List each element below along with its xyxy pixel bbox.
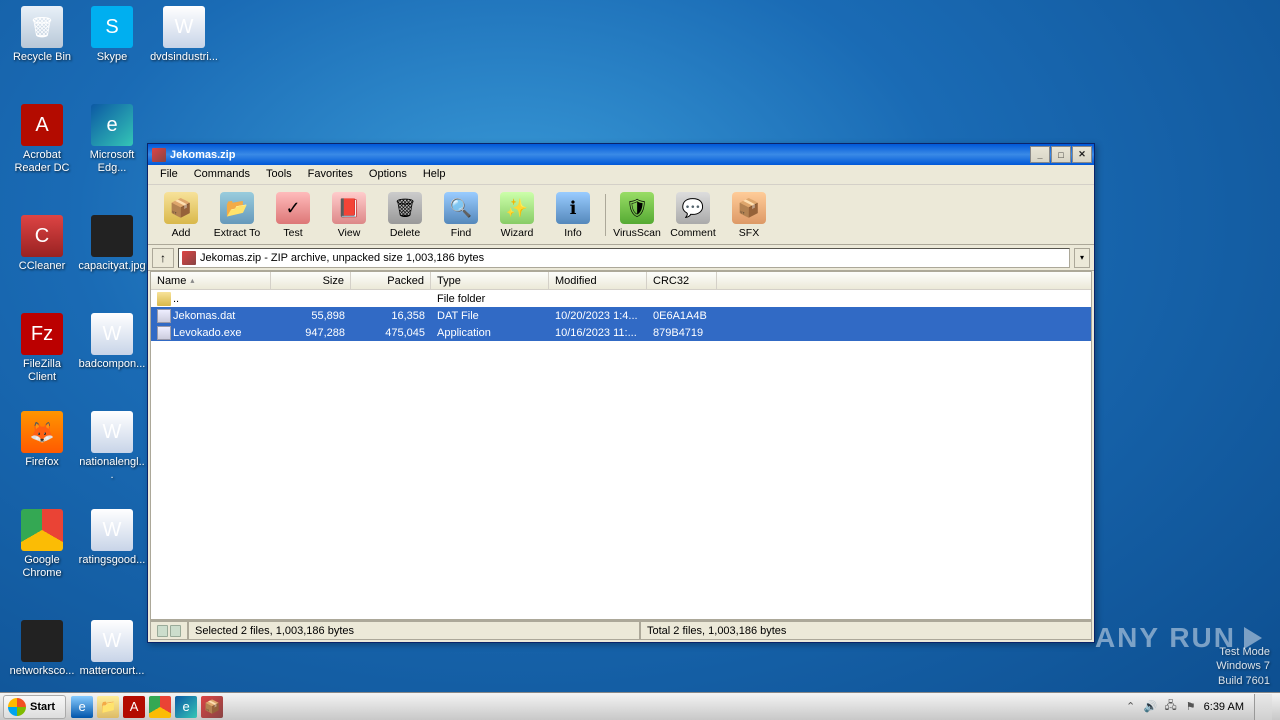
- taskbar-item[interactable]: e: [71, 696, 93, 718]
- desktop-icon[interactable]: Wmattercourt...: [78, 620, 146, 678]
- desktop-icon[interactable]: AAcrobat Reader DC: [8, 104, 76, 175]
- desktop-icon[interactable]: networksco...: [8, 620, 76, 678]
- menu-favorites[interactable]: Favorites: [300, 165, 361, 184]
- desktop-icon[interactable]: SSkype: [78, 6, 146, 64]
- toolbar-view-button[interactable]: 📕View: [322, 188, 376, 242]
- windows-watermark: Test Mode Windows 7 Build 7601: [1216, 645, 1270, 688]
- desktop-icon[interactable]: capacityat.jpg: [78, 215, 146, 273]
- desktop-icon[interactable]: Wratingsgood...: [78, 509, 146, 567]
- column-headers: Name Size Packed Type Modified CRC32: [151, 272, 1091, 290]
- menu-file[interactable]: File: [152, 165, 186, 184]
- taskbar-item[interactable]: 📦: [201, 696, 223, 718]
- start-orb-icon: [8, 698, 26, 716]
- toolbar-virusscan-button[interactable]: 🛡VirusScan: [610, 188, 664, 242]
- desktop-icon[interactable]: Wdvdsindustri...: [150, 6, 218, 64]
- toolbar-sfx-button[interactable]: 📦SFX: [722, 188, 776, 242]
- desktop-icon[interactable]: Wbadcompon...: [78, 313, 146, 371]
- col-crc32[interactable]: CRC32: [647, 272, 717, 289]
- toolbar: 📦Add📂Extract To✓Test📕View🗑Delete🔍Find✨Wi…: [148, 185, 1094, 245]
- pathbar: ↑ Jekomas.zip - ZIP archive, unpacked si…: [148, 245, 1094, 271]
- volume-icon[interactable]: 🔊: [1144, 700, 1158, 714]
- desktop-icon[interactable]: 🦊Firefox: [8, 411, 76, 469]
- col-name[interactable]: Name: [151, 272, 271, 289]
- path-dropdown[interactable]: ▾: [1074, 248, 1090, 268]
- statusbar: Selected 2 files, 1,003,186 bytes Total …: [150, 620, 1092, 640]
- desktop-icon[interactable]: Google Chrome: [8, 509, 76, 580]
- desktop-icon[interactable]: 🗑Recycle Bin: [8, 6, 76, 64]
- taskbar-item[interactable]: [149, 696, 171, 718]
- toolbar-test-button[interactable]: ✓Test: [266, 188, 320, 242]
- taskbar-item[interactable]: A: [123, 696, 145, 718]
- desktop-icon[interactable]: CCCleaner: [8, 215, 76, 273]
- status-icon: [170, 625, 181, 637]
- desktop-icon[interactable]: Wnationalengl...: [78, 411, 146, 482]
- toolbar-extract-to-button[interactable]: 📂Extract To: [210, 188, 264, 242]
- flag-icon[interactable]: ⚑: [1184, 700, 1198, 714]
- show-desktop-button[interactable]: [1254, 694, 1272, 720]
- minimize-button[interactable]: _: [1030, 146, 1050, 163]
- network-icon[interactable]: 🖧: [1164, 700, 1178, 714]
- window-title: Jekomas.zip: [170, 149, 1029, 161]
- status-right: Total 2 files, 1,003,186 bytes: [640, 621, 1092, 640]
- menu-tools[interactable]: Tools: [258, 165, 300, 184]
- menu-options[interactable]: Options: [361, 165, 415, 184]
- table-row[interactable]: Levokado.exe 947,288 475,045 Application…: [151, 324, 1091, 341]
- status-icon: [157, 625, 168, 637]
- taskbar-item[interactable]: e: [175, 696, 197, 718]
- toolbar-find-button[interactable]: 🔍Find: [434, 188, 488, 242]
- titlebar[interactable]: Jekomas.zip _ □ ✕: [148, 144, 1094, 165]
- status-icons: [150, 621, 188, 640]
- col-size[interactable]: Size: [271, 272, 351, 289]
- taskbar: Start e📁Ae📦 ⌃ 🔊 🖧 ⚑ 6:39 AM: [0, 692, 1280, 720]
- winrar-icon: [152, 148, 166, 162]
- status-left: Selected 2 files, 1,003,186 bytes: [188, 621, 640, 640]
- toolbar-delete-button[interactable]: 🗑Delete: [378, 188, 432, 242]
- toolbar-info-button[interactable]: ℹInfo: [546, 188, 600, 242]
- start-button[interactable]: Start: [3, 695, 66, 719]
- col-packed[interactable]: Packed: [351, 272, 431, 289]
- path-text: Jekomas.zip - ZIP archive, unpacked size…: [200, 252, 484, 264]
- desktop-icon[interactable]: FzFileZilla Client: [8, 313, 76, 384]
- table-row[interactable]: Jekomas.dat 55,898 16,358 DAT File 10/20…: [151, 307, 1091, 324]
- menu-commands[interactable]: Commands: [186, 165, 258, 184]
- path-box[interactable]: Jekomas.zip - ZIP archive, unpacked size…: [178, 248, 1070, 268]
- taskbar-item[interactable]: 📁: [97, 696, 119, 718]
- up-button[interactable]: ↑: [152, 248, 174, 268]
- menubar: FileCommandsToolsFavoritesOptionsHelp: [148, 165, 1094, 185]
- toolbar-add-button[interactable]: 📦Add: [154, 188, 208, 242]
- col-modified[interactable]: Modified: [549, 272, 647, 289]
- toolbar-comment-button[interactable]: 💬Comment: [666, 188, 720, 242]
- file-list: Name Size Packed Type Modified CRC32 .. …: [150, 271, 1092, 620]
- menu-help[interactable]: Help: [415, 165, 454, 184]
- archive-icon: [182, 251, 196, 265]
- file-rows: .. File folder Jekomas.dat 55,898 16,358…: [151, 290, 1091, 619]
- maximize-button[interactable]: □: [1051, 146, 1071, 163]
- close-button[interactable]: ✕: [1072, 146, 1092, 163]
- toolbar-wizard-button[interactable]: ✨Wizard: [490, 188, 544, 242]
- col-type[interactable]: Type: [431, 272, 549, 289]
- winrar-window: Jekomas.zip _ □ ✕ FileCommandsToolsFavor…: [147, 143, 1095, 643]
- system-tray: ⌃ 🔊 🖧 ⚑ 6:39 AM: [1116, 694, 1280, 720]
- tray-expand-icon[interactable]: ⌃: [1124, 700, 1138, 714]
- desktop-icon[interactable]: eMicrosoft Edg...: [78, 104, 146, 175]
- table-row[interactable]: .. File folder: [151, 290, 1091, 307]
- clock[interactable]: 6:39 AM: [1204, 701, 1244, 713]
